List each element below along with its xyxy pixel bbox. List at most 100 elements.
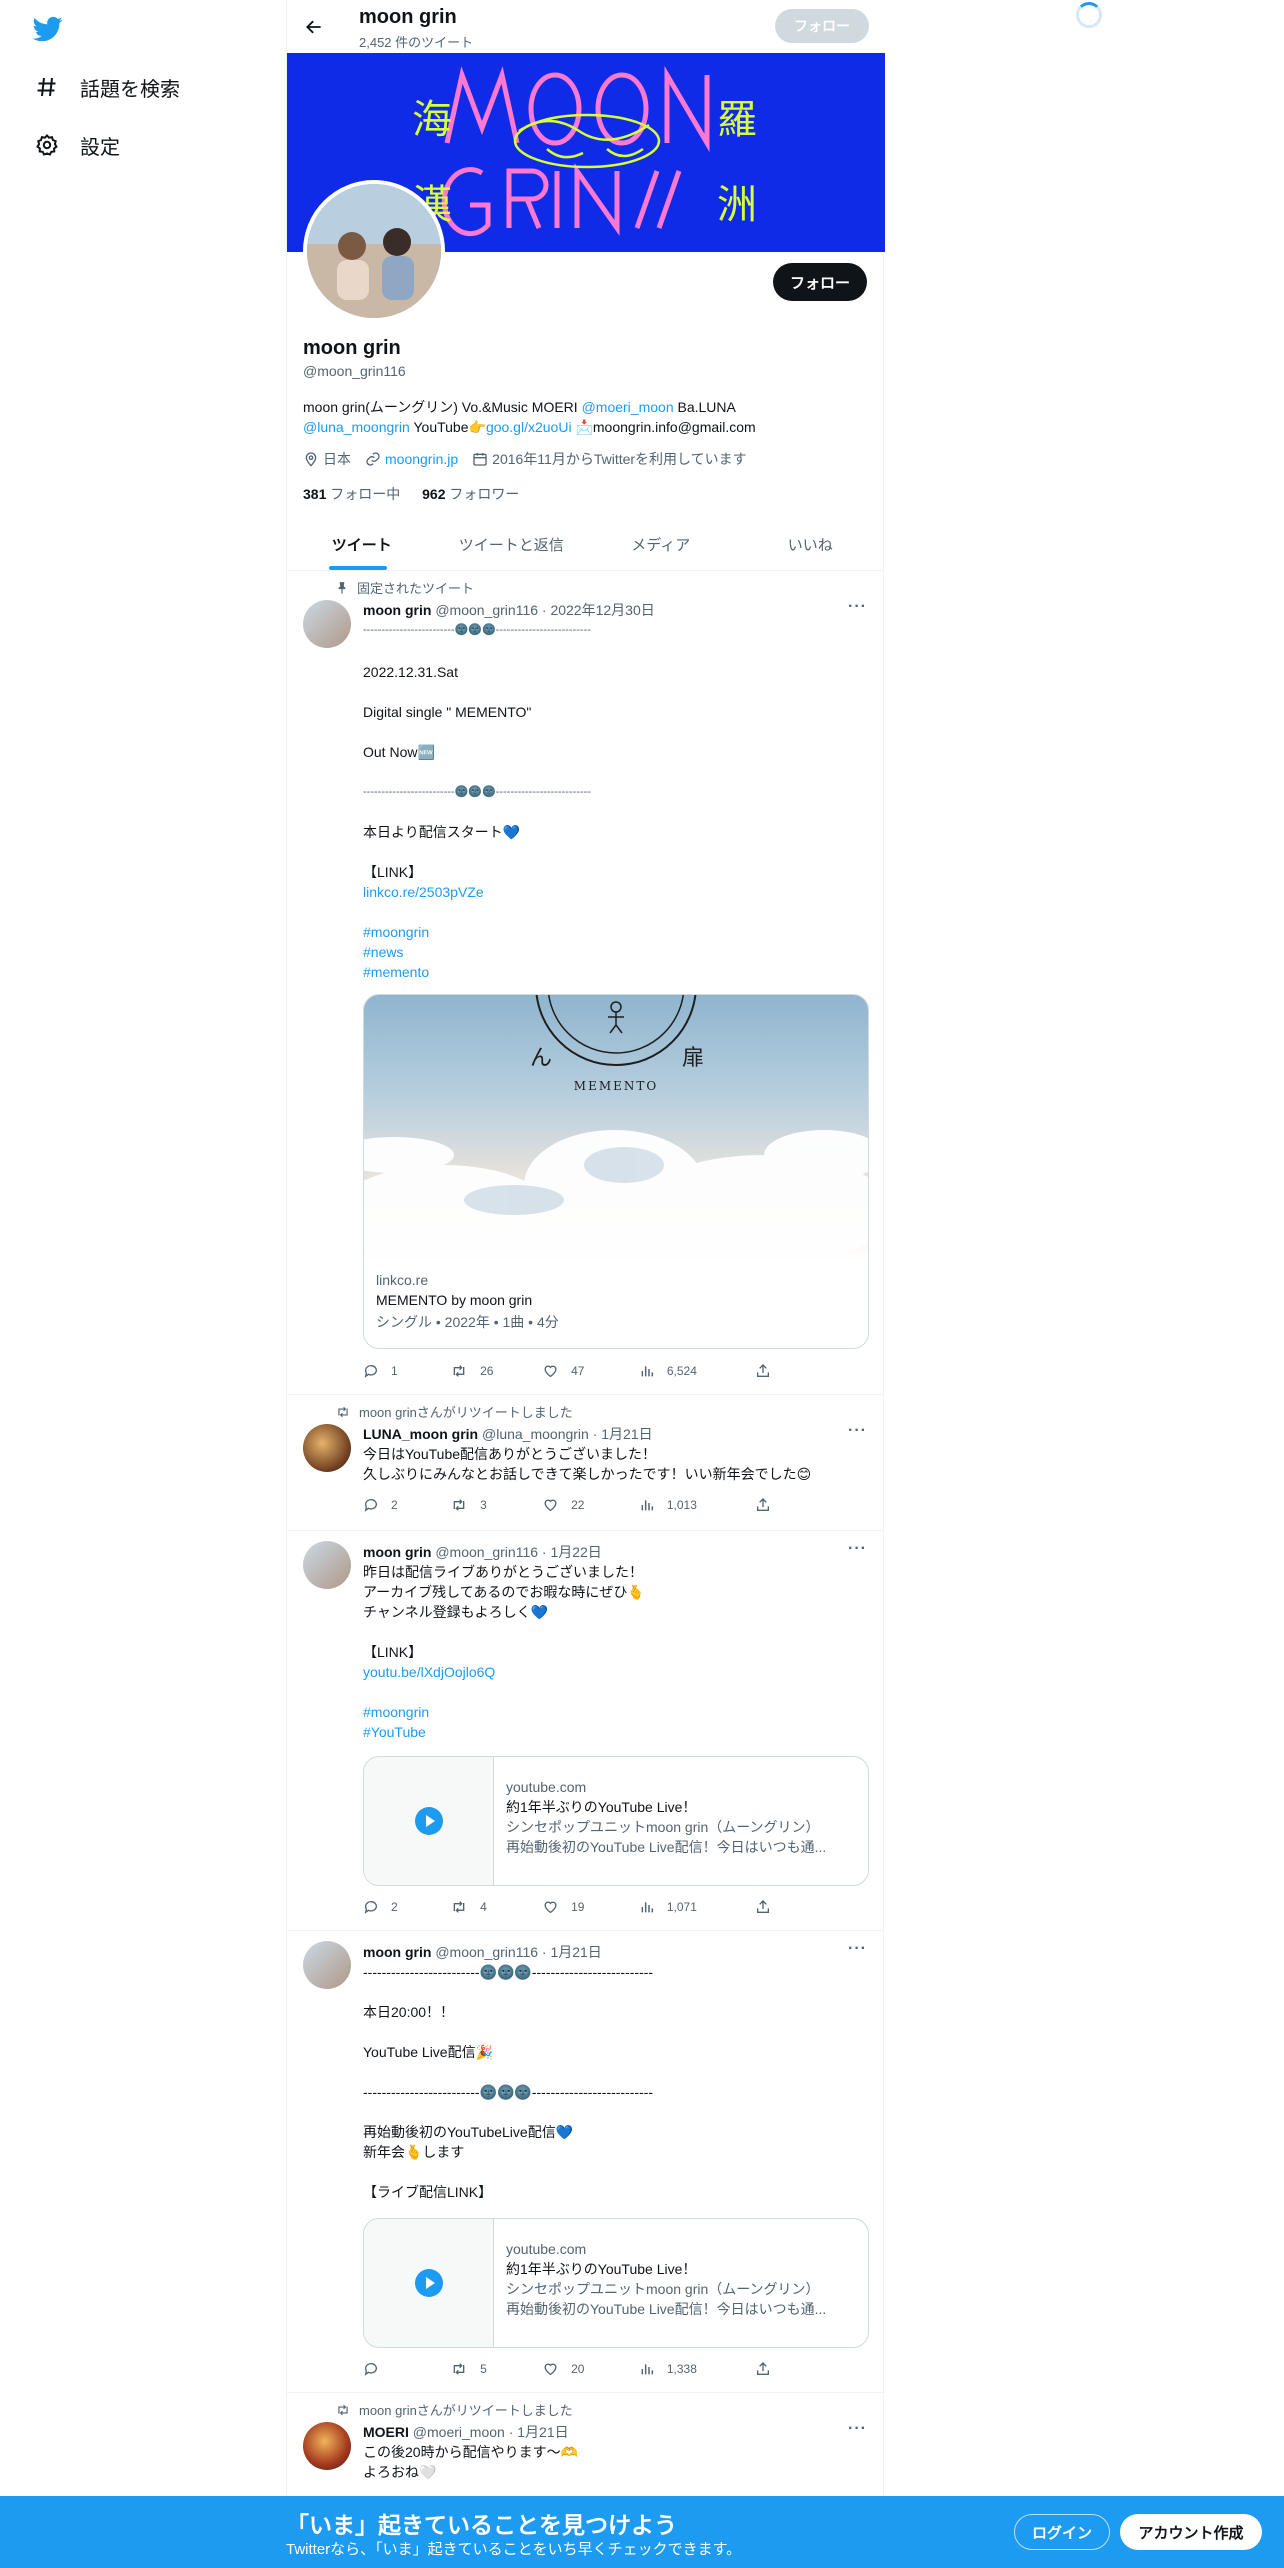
tweet-avatar[interactable]	[303, 1424, 351, 1472]
signup-banner-title: 「いま」起きていることを見つけよう	[286, 2512, 677, 2538]
gear-icon	[34, 132, 60, 158]
like-button[interactable]: 22	[542, 1497, 639, 1513]
share-button[interactable]	[755, 1899, 783, 1915]
more-options-icon[interactable]: ···	[848, 1940, 867, 1958]
profile-meta: 日本 moongrin.jp 2016年11月からTwitterを利用しています	[303, 449, 761, 469]
reply-button[interactable]: 2	[363, 1497, 450, 1513]
profile-header-bar: moon grin 2,452 件のツイート フォロー	[287, 0, 885, 53]
share-icon	[757, 1900, 769, 1913]
bio-mention-luna[interactable]: @luna_moongrin	[303, 419, 410, 435]
tab-tweets[interactable]: ツイート	[287, 518, 437, 570]
views-button[interactable]: 1,013	[639, 1497, 755, 1513]
views-button[interactable]: 6,524	[639, 1363, 755, 1379]
hashtag-link[interactable]: #news	[363, 942, 869, 962]
author-meta[interactable]: @moon_grin116 · 1月22日	[431, 1544, 602, 1560]
author-meta[interactable]: @moon_grin116 · 1月21日	[431, 1944, 602, 1960]
views-button[interactable]: 1,071	[639, 1899, 755, 1915]
tweet-avatar[interactable]	[303, 1941, 351, 1989]
share-button[interactable]	[755, 1497, 783, 1513]
hashtag-link[interactable]: #moongrin	[363, 1702, 869, 1722]
tweet-link[interactable]: linkco.re/2503pVZe	[363, 882, 869, 902]
card-domain: linkco.re	[376, 1272, 429, 1288]
pin-icon	[338, 581, 346, 594]
tweet-avatar[interactable]	[303, 2422, 351, 2470]
author-name[interactable]: moon grin	[363, 602, 431, 618]
twitter-logo-icon[interactable]	[31, 14, 65, 44]
website-link[interactable]: moongrin.jp	[385, 451, 458, 467]
joined-text: 2016年11月からTwitterを利用しています	[492, 451, 747, 467]
tweet-text: 今日はYouTube配信ありがとうございました！ 久しぶりにみんなとお話しできて…	[363, 1446, 812, 1482]
views-button[interactable]: 1,338	[639, 2361, 755, 2377]
hashtag-link[interactable]: #moongrin	[363, 922, 869, 942]
retweet-button[interactable]: 5	[450, 2361, 542, 2377]
tab-likes[interactable]: いいね	[736, 518, 886, 570]
play-icon	[414, 2269, 443, 2297]
tweet-link[interactable]: youtu.be/lXdjOojlo6Q	[363, 1662, 869, 1682]
tweet-text-line: Digital single " MEMENTO"	[363, 704, 532, 720]
card-info: youtube.com 約1年半ぶりのYouTube Live！ シンセポップユ…	[494, 2219, 868, 2347]
header-tweet-count: 2,452 件のツイート	[359, 35, 474, 50]
bio-mention-moeri[interactable]: @moeri_moon	[582, 399, 674, 415]
card-description: シンセポップユニットmoon grin（ムーングリン）	[506, 1819, 820, 1835]
profile-tabs: ツイート ツイートと返信 メディア いいね	[287, 518, 885, 571]
author-name[interactable]: LUNA_moon grin	[363, 1426, 478, 1442]
nav-settings[interactable]: 設定	[34, 129, 120, 161]
reply-button[interactable]: 1	[363, 1363, 450, 1379]
author-meta[interactable]: @moeri_moon · 1月21日	[409, 2424, 569, 2440]
author-name[interactable]: moon grin	[363, 1544, 431, 1560]
link-card-memento[interactable]: ん 扉 MEMENTO linkco.re MEMENTO by moon gr…	[363, 994, 869, 1349]
author-meta[interactable]: @moon_grin116 · 2022年12月30日	[431, 602, 654, 618]
nav-explore[interactable]: 話題を検索	[34, 71, 180, 103]
author-meta[interactable]: @luna_moongrin · 1月21日	[478, 1426, 653, 1442]
tweet-live-announcement[interactable]: moon grin @moon_grin116 · 1月21日 ··· ----…	[287, 1931, 885, 2393]
retweet-button[interactable]: 4	[450, 1899, 542, 1915]
retweet-button[interactable]: 26	[450, 1363, 542, 1379]
header-title: moon grin	[359, 6, 457, 28]
back-arrow-icon[interactable]	[299, 12, 329, 42]
header-follow-button[interactable]: フォロー	[775, 9, 869, 43]
tweet-actions: 5 20 1,338	[363, 2361, 783, 2377]
tab-media[interactable]: メディア	[586, 518, 736, 570]
reply-button[interactable]: 2	[363, 1899, 450, 1915]
card-title: MEMENTO by moon grin	[376, 1292, 533, 1308]
tweet-actions: 2 3 22 1,013	[363, 1497, 783, 1513]
author-name[interactable]: MOERI	[363, 2424, 409, 2440]
tweet-avatar[interactable]	[303, 1541, 351, 1589]
more-options-icon[interactable]: ···	[848, 2420, 867, 2438]
author-name[interactable]: moon grin	[363, 1944, 431, 1960]
share-button[interactable]	[755, 1363, 783, 1379]
following-link[interactable]: 381 フォロー中	[303, 486, 400, 502]
retweet-button[interactable]: 3	[450, 1497, 542, 1513]
tab-tweets-replies[interactable]: ツイートと返信	[437, 518, 587, 570]
tweet-avatar[interactable]	[303, 600, 351, 648]
retweet-context: moon grinさんがリツイートしました	[335, 2400, 573, 2419]
more-options-icon[interactable]: ···	[848, 1540, 867, 1558]
retweet-icon	[338, 2404, 348, 2415]
profile-avatar[interactable]	[303, 180, 445, 322]
retweet-icon	[338, 1406, 348, 1417]
hashtag-link[interactable]: #memento	[363, 962, 869, 982]
tweet-retweet-moeri[interactable]: moon grinさんがリツイートしました MOERI @moeri_moon …	[287, 2393, 885, 2496]
more-options-icon[interactable]: ···	[848, 598, 867, 616]
like-button[interactable]: 19	[542, 1899, 639, 1915]
followers-link[interactable]: 962 フォロワー	[422, 486, 519, 502]
card-domain: youtube.com	[506, 2241, 587, 2257]
share-icon	[757, 2362, 769, 2375]
reply-button[interactable]	[363, 2361, 450, 2377]
login-button[interactable]: ログイン	[1014, 2514, 1110, 2550]
bio-link[interactable]: goo.gl/x2uoUi	[486, 419, 572, 435]
tweet-pinned[interactable]: 固定されたツイート moon grin @moon_grin116 · 2022…	[287, 571, 885, 1395]
more-options-icon[interactable]: ···	[848, 1422, 867, 1440]
create-account-button[interactable]: アカウント作成	[1120, 2514, 1262, 2550]
youtube-card[interactable]: youtube.com 約1年半ぶりのYouTube Live！ シンセポップユ…	[363, 2218, 869, 2348]
youtube-card[interactable]: youtube.com 約1年半ぶりのYouTube Live！ シンセポップユ…	[363, 1756, 869, 1886]
tweet-retweet-luna[interactable]: moon grinさんがリツイートしました LUNA_moon grin @lu…	[287, 1395, 885, 1531]
like-button[interactable]: 20	[542, 2361, 639, 2377]
hashtag-link[interactable]: #YouTube	[363, 1722, 869, 1742]
heart-icon	[544, 1365, 557, 1378]
like-button[interactable]: 47	[542, 1363, 639, 1379]
tweet-stream-thanks[interactable]: moon grin @moon_grin116 · 1月22日 ··· 昨日は配…	[287, 1531, 885, 1931]
share-button[interactable]	[755, 2361, 783, 2377]
follow-button[interactable]: フォロー	[773, 263, 867, 301]
card-image-caption: MEMENTO	[574, 1079, 658, 1093]
